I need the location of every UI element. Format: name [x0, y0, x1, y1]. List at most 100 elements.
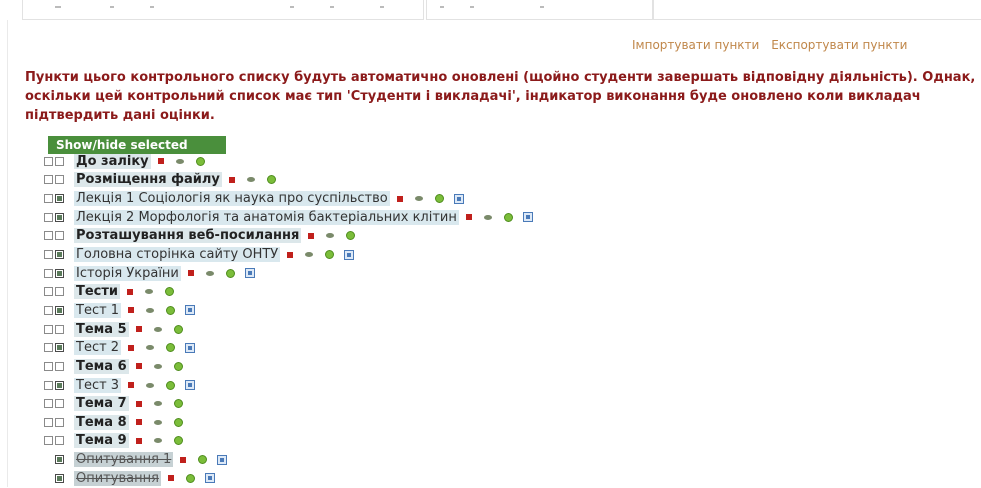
export-items-link[interactable]: Експортувати пункти: [771, 38, 907, 52]
add-icon[interactable]: [165, 287, 175, 297]
eye-icon[interactable]: [145, 289, 154, 295]
add-icon[interactable]: [173, 436, 183, 446]
add-icon[interactable]: [195, 156, 205, 166]
add-icon[interactable]: [173, 399, 183, 409]
student-checkbox[interactable]: [55, 361, 64, 371]
delete-icon[interactable]: [396, 195, 403, 202]
add-icon[interactable]: [173, 361, 183, 371]
add-icon[interactable]: [346, 231, 356, 241]
student-checkbox[interactable]: [55, 175, 64, 185]
add-icon[interactable]: [185, 473, 195, 483]
eye-icon[interactable]: [153, 401, 162, 407]
edit-icon[interactable]: [344, 249, 355, 260]
edit-icon[interactable]: [185, 342, 196, 353]
student-checkbox[interactable]: [55, 380, 64, 390]
teacher-checkbox[interactable]: [44, 268, 53, 278]
eye-icon[interactable]: [483, 214, 492, 220]
teacher-checkbox[interactable]: [44, 231, 53, 241]
student-checkbox[interactable]: [55, 305, 64, 315]
student-checkbox[interactable]: [55, 250, 64, 260]
student-checkbox[interactable]: [55, 436, 64, 446]
add-icon[interactable]: [166, 305, 176, 315]
add-icon[interactable]: [266, 175, 276, 185]
student-checkbox[interactable]: [55, 473, 64, 483]
teacher-checkbox[interactable]: [44, 380, 53, 390]
delete-icon[interactable]: [135, 400, 142, 407]
delete-icon[interactable]: [167, 475, 174, 482]
teacher-checkbox[interactable]: [44, 194, 53, 204]
eye-icon[interactable]: [146, 345, 155, 351]
teacher-checkbox[interactable]: [44, 361, 53, 371]
eye-icon[interactable]: [205, 270, 214, 276]
eye-icon[interactable]: [146, 382, 155, 388]
add-icon[interactable]: [173, 324, 183, 334]
student-checkbox[interactable]: [55, 231, 64, 241]
add-icon[interactable]: [166, 343, 176, 353]
edit-icon[interactable]: [185, 380, 196, 390]
teacher-checkbox[interactable]: [44, 324, 53, 334]
student-checkbox[interactable]: [55, 194, 64, 204]
import-items-link[interactable]: Імпортувати пункти: [632, 38, 759, 52]
edit-icon[interactable]: [204, 473, 215, 484]
eye-icon[interactable]: [414, 196, 423, 202]
add-icon[interactable]: [225, 268, 235, 278]
teacher-checkbox[interactable]: [44, 343, 53, 353]
eye-icon[interactable]: [246, 177, 255, 183]
delete-icon[interactable]: [128, 344, 135, 351]
edit-icon[interactable]: [217, 454, 228, 465]
delete-icon[interactable]: [157, 158, 164, 165]
student-checkbox[interactable]: [55, 417, 64, 427]
edit-icon[interactable]: [522, 212, 533, 223]
teacher-checkbox[interactable]: [44, 287, 53, 297]
teacher-checkbox[interactable]: [44, 175, 53, 185]
delete-icon[interactable]: [128, 307, 135, 314]
delete-icon[interactable]: [228, 176, 235, 183]
delete-icon[interactable]: [135, 419, 142, 426]
delete-icon[interactable]: [127, 288, 134, 295]
eye-icon[interactable]: [326, 233, 335, 239]
teacher-checkbox[interactable]: [44, 305, 53, 315]
student-checkbox[interactable]: [55, 287, 64, 297]
eye-icon[interactable]: [153, 326, 162, 332]
add-icon[interactable]: [166, 380, 176, 390]
edit-icon[interactable]: [244, 268, 255, 279]
teacher-checkbox[interactable]: [44, 417, 53, 427]
student-checkbox[interactable]: [55, 343, 64, 353]
edit-icon[interactable]: [453, 193, 464, 204]
add-icon[interactable]: [173, 417, 183, 427]
delete-icon[interactable]: [308, 232, 315, 239]
checklist-item: Тема 7: [44, 394, 533, 413]
student-checkbox[interactable]: [55, 324, 64, 334]
eye-icon[interactable]: [305, 252, 314, 258]
eye-icon[interactable]: [153, 419, 162, 425]
student-checkbox[interactable]: [55, 156, 64, 166]
teacher-checkbox[interactable]: [44, 399, 53, 409]
teacher-checkbox[interactable]: [44, 156, 53, 166]
top-mark: [330, 6, 334, 8]
student-checkbox[interactable]: [55, 455, 64, 465]
eye-icon[interactable]: [153, 438, 162, 444]
add-icon[interactable]: [325, 250, 335, 260]
teacher-checkbox[interactable]: [44, 250, 53, 260]
eye-icon[interactable]: [146, 307, 155, 313]
student-checkbox[interactable]: [55, 399, 64, 409]
add-icon[interactable]: [198, 455, 208, 465]
add-icon[interactable]: [503, 212, 513, 222]
teacher-checkbox[interactable]: [44, 436, 53, 446]
delete-icon[interactable]: [135, 363, 142, 370]
eye-icon[interactable]: [153, 363, 162, 369]
delete-icon[interactable]: [135, 437, 142, 444]
delete-icon[interactable]: [465, 214, 472, 221]
student-checkbox[interactable]: [55, 268, 64, 278]
item-checkboxes: [44, 324, 74, 334]
teacher-checkbox[interactable]: [44, 212, 53, 222]
eye-icon[interactable]: [175, 158, 184, 164]
student-checkbox[interactable]: [55, 212, 64, 222]
edit-icon[interactable]: [185, 305, 196, 316]
delete-icon[interactable]: [180, 456, 187, 463]
delete-icon[interactable]: [187, 270, 194, 277]
delete-icon[interactable]: [128, 382, 135, 388]
add-icon[interactable]: [434, 194, 444, 204]
delete-icon[interactable]: [287, 251, 294, 258]
delete-icon[interactable]: [135, 326, 142, 333]
